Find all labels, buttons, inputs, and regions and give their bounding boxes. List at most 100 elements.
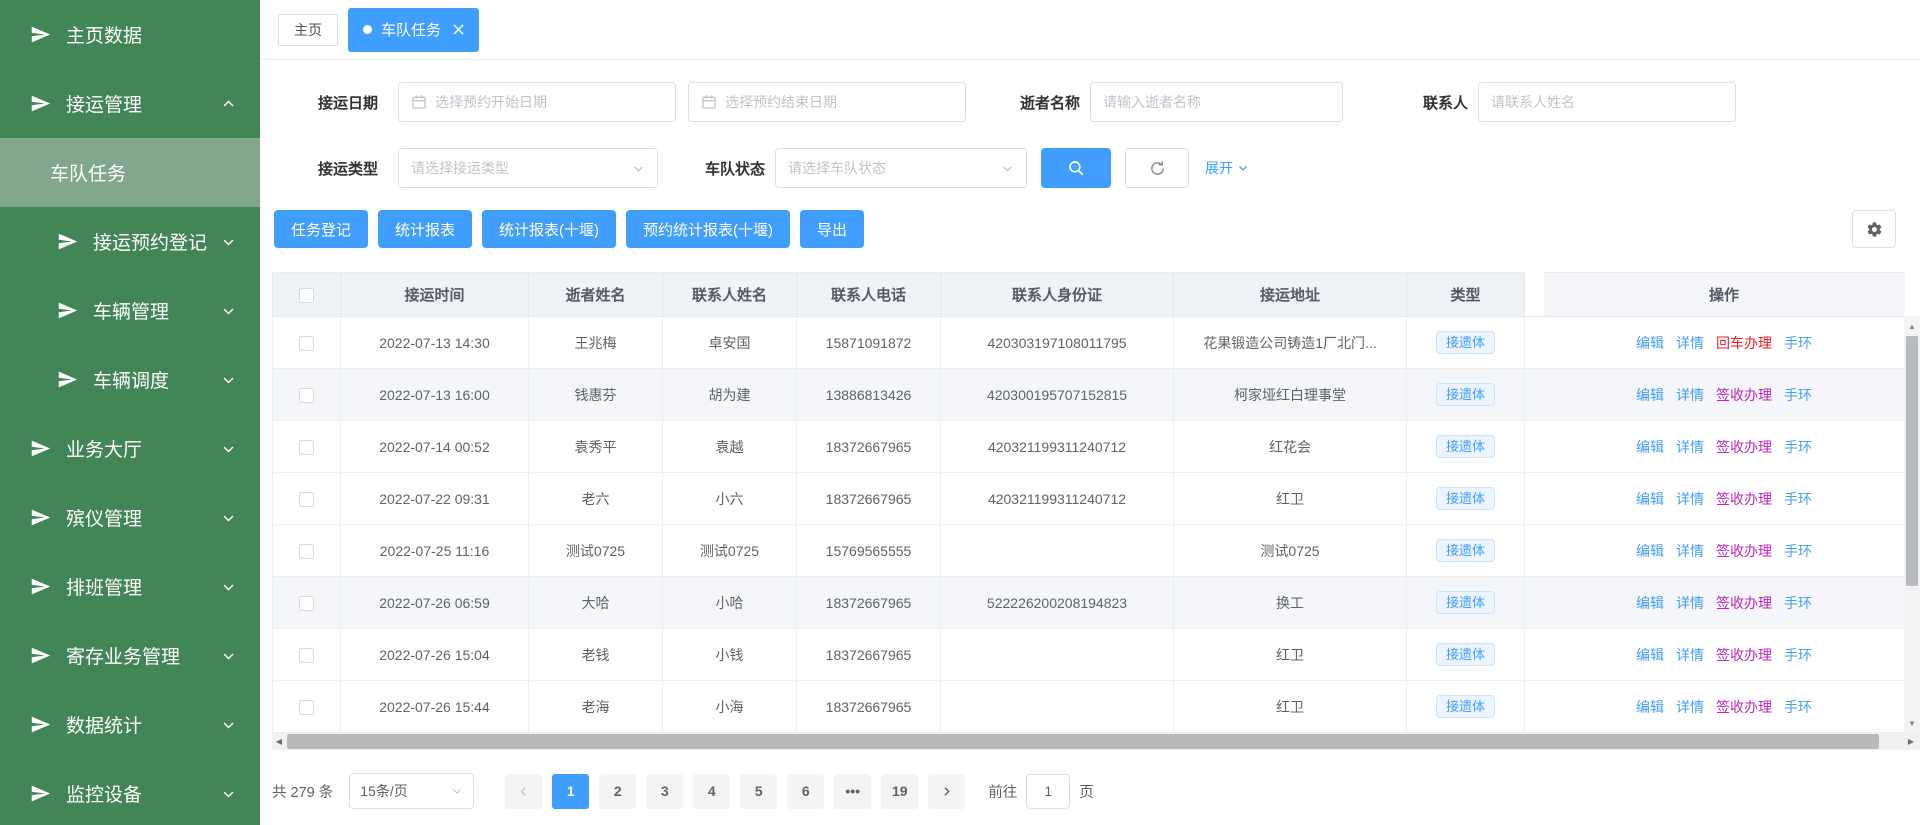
toolbar-button-3[interactable]: 预约统计报表(十堰) — [626, 210, 790, 248]
expand-toggle[interactable]: 展开 — [1205, 158, 1249, 178]
page-button-2[interactable]: 2 — [599, 774, 636, 809]
row-checkbox[interactable] — [299, 700, 314, 715]
deceased-name-input[interactable]: 请输入逝者名称 — [1090, 82, 1343, 122]
sidebar-item[interactable]: 接运管理 — [0, 69, 260, 138]
toolbar-button-4[interactable]: 导出 — [800, 210, 864, 248]
page-button-6[interactable]: 6 — [787, 774, 824, 809]
action-link[interactable]: 编辑 — [1636, 699, 1664, 715]
horizontal-scroll-thumb[interactable] — [287, 734, 1879, 749]
sidebar-item[interactable]: 寄存业务管理 — [0, 621, 260, 690]
action-link[interactable]: 手环 — [1784, 439, 1812, 455]
search-button[interactable] — [1041, 148, 1111, 188]
sidebar-item[interactable]: 接运预约登记 — [0, 207, 260, 276]
scroll-right-arrow-icon[interactable]: ▶ — [1904, 733, 1918, 750]
action-link[interactable]: 编辑 — [1636, 387, 1664, 403]
action-link[interactable]: 手环 — [1784, 595, 1812, 611]
tab-home[interactable]: 主页 — [278, 14, 338, 46]
prev-page-button[interactable] — [505, 774, 542, 809]
scroll-left-arrow-icon[interactable]: ◀ — [272, 733, 286, 750]
sidebar-item-label: 接运管理 — [66, 90, 142, 117]
page-button-1[interactable]: 1 — [552, 774, 589, 809]
action-link[interactable]: 详情 — [1676, 439, 1704, 455]
row-checkbox[interactable] — [299, 388, 314, 403]
sidebar-item[interactable]: 监控设备 — [0, 759, 260, 825]
chevron-down-icon — [1001, 162, 1014, 175]
action-link[interactable]: 签收办理 — [1716, 439, 1772, 455]
toolbar-button-2[interactable]: 统计报表(十堰) — [482, 210, 616, 248]
page-button-4[interactable]: 4 — [693, 774, 730, 809]
action-link[interactable]: 签收办理 — [1716, 387, 1772, 403]
sidebar-item[interactable]: 车队任务 — [0, 138, 260, 207]
action-link[interactable]: 编辑 — [1636, 595, 1664, 611]
goto-page-input[interactable] — [1026, 774, 1070, 809]
tab-fleet-tasks[interactable]: 车队任务 — [348, 8, 479, 52]
action-link[interactable]: 手环 — [1784, 491, 1812, 507]
column-settings-button[interactable] — [1852, 210, 1896, 248]
action-link[interactable]: 编辑 — [1636, 491, 1664, 507]
row-checkbox[interactable] — [299, 336, 314, 351]
sidebar-item[interactable]: 殡仪管理 — [0, 483, 260, 552]
scroll-down-arrow-icon[interactable]: ▼ — [1904, 715, 1920, 731]
action-link[interactable]: 详情 — [1676, 387, 1704, 403]
action-link[interactable]: 详情 — [1676, 335, 1704, 351]
page-button-3[interactable]: 3 — [646, 774, 683, 809]
sidebar-item[interactable]: 排班管理 — [0, 552, 260, 621]
row-checkbox[interactable] — [299, 492, 314, 507]
table-cell: 420303197108011795 — [941, 317, 1174, 369]
row-checkbox[interactable] — [299, 648, 314, 663]
action-link[interactable]: 详情 — [1676, 543, 1704, 559]
action-link[interactable]: 编辑 — [1636, 439, 1664, 455]
type-cell: 接遗体 — [1407, 421, 1525, 473]
table-cell: 18372667965 — [797, 473, 941, 525]
pickup-type-select[interactable]: 请选择接运类型 — [398, 148, 658, 188]
next-page-button[interactable] — [928, 774, 965, 809]
row-checkbox[interactable] — [299, 596, 314, 611]
date-start-input[interactable]: 选择预约开始日期 — [398, 82, 676, 122]
gear-icon — [1866, 221, 1883, 238]
sidebar-item[interactable]: 业务大厅 — [0, 414, 260, 483]
toolbar-button-0[interactable]: 任务登记 — [274, 210, 368, 248]
action-link[interactable]: 签收办理 — [1716, 543, 1772, 559]
action-link[interactable]: 详情 — [1676, 699, 1704, 715]
action-link[interactable]: 手环 — [1784, 335, 1812, 351]
vertical-scroll-thumb[interactable] — [1906, 336, 1918, 586]
horizontal-scrollbar[interactable]: ◀ ▶ — [272, 733, 1920, 750]
row-checkbox[interactable] — [299, 440, 314, 455]
toolbar-button-1[interactable]: 统计报表 — [378, 210, 472, 248]
refresh-button[interactable] — [1125, 148, 1189, 188]
action-link[interactable]: 详情 — [1676, 491, 1704, 507]
date-end-input[interactable]: 选择预约结束日期 — [688, 82, 966, 122]
more-pages-button[interactable]: ••• — [834, 774, 871, 809]
action-link[interactable]: 详情 — [1676, 595, 1704, 611]
sidebar-item[interactable]: 数据统计 — [0, 690, 260, 759]
expand-label: 展开 — [1205, 158, 1233, 178]
row-checkbox[interactable] — [299, 544, 314, 559]
send-icon — [57, 369, 78, 390]
action-link[interactable]: 手环 — [1784, 647, 1812, 663]
action-link[interactable]: 手环 — [1784, 387, 1812, 403]
fleet-status-select[interactable]: 请选择车队状态 — [775, 148, 1027, 188]
sidebar-item[interactable]: 车辆调度 — [0, 345, 260, 414]
page-size-select[interactable]: 15条/页 — [349, 773, 474, 809]
sidebar-item[interactable]: 主页数据 — [0, 0, 260, 69]
action-link[interactable]: 签收办理 — [1716, 699, 1772, 715]
action-link[interactable]: 签收办理 — [1716, 595, 1772, 611]
page-button-19[interactable]: 19 — [881, 774, 918, 809]
sidebar-item[interactable]: 车辆管理 — [0, 276, 260, 345]
page-button-5[interactable]: 5 — [740, 774, 777, 809]
action-link[interactable]: 编辑 — [1636, 647, 1664, 663]
action-link[interactable]: 签收办理 — [1716, 647, 1772, 663]
action-link[interactable]: 手环 — [1784, 699, 1812, 715]
select-all-checkbox[interactable] — [299, 288, 314, 303]
contact-name-input[interactable]: 请联系人姓名 — [1478, 82, 1736, 122]
action-link[interactable]: 详情 — [1676, 647, 1704, 663]
vertical-scrollbar[interactable]: ▲ ▼ — [1904, 316, 1920, 733]
action-link[interactable]: 回车办理 — [1716, 335, 1772, 351]
scroll-up-arrow-icon[interactable]: ▲ — [1904, 318, 1920, 334]
action-link[interactable]: 编辑 — [1636, 543, 1664, 559]
action-link[interactable]: 签收办理 — [1716, 491, 1772, 507]
action-link[interactable]: 手环 — [1784, 543, 1812, 559]
action-link[interactable]: 编辑 — [1636, 335, 1664, 351]
close-tab-icon[interactable] — [453, 24, 464, 35]
table-cell: 13886813426 — [797, 369, 941, 421]
